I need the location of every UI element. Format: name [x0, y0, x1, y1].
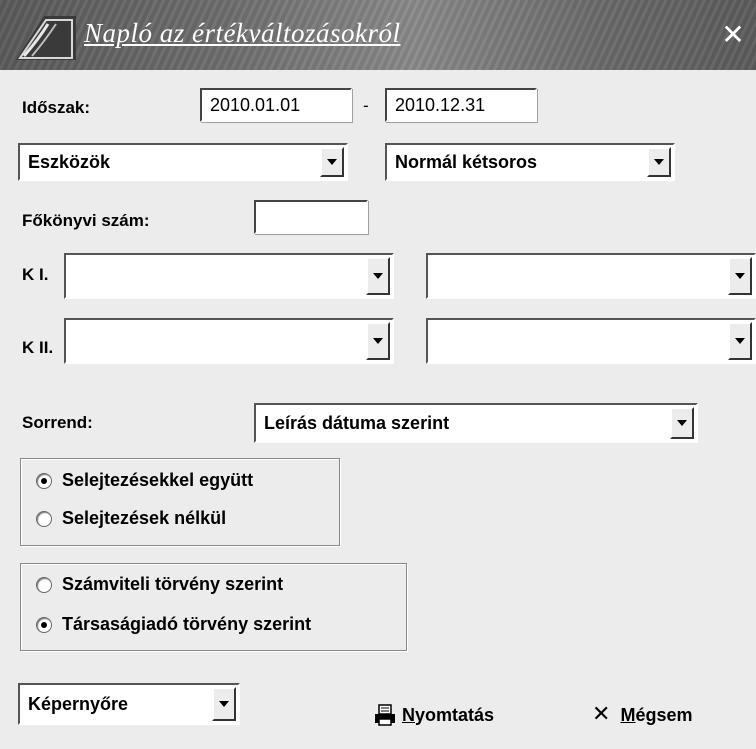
output-value: Képernyőre: [28, 693, 129, 714]
format-value: Normál kétsoros: [395, 151, 538, 172]
date-from-field[interactable]: 2010.01.01: [200, 88, 352, 122]
order-select[interactable]: Leírás dátuma szerint: [254, 403, 698, 443]
asset-type-value: Eszközök: [28, 151, 111, 172]
chevron-down-icon: [373, 338, 383, 344]
chevron-down-icon: [677, 420, 687, 426]
print-accel-letter: N: [402, 704, 415, 725]
ledger-label: Főkönyvi szám:: [22, 211, 150, 230]
output-select[interactable]: Képernyőre: [18, 683, 240, 725]
title-bar: Napló az értékváltozásokról ✕: [0, 0, 756, 70]
radio-accounting-law[interactable]: Számviteli törvény szerint: [36, 574, 283, 595]
print-label: yomtatás: [415, 704, 495, 725]
k1-label: K I.: [22, 265, 49, 284]
radio-label: Társaságiadó törvény szerint: [62, 614, 312, 634]
chevron-down-icon: [327, 159, 337, 165]
k2-label: K II.: [22, 338, 54, 357]
format-dropdown-button[interactable]: [647, 147, 671, 177]
period-label: Időszak:: [22, 98, 91, 117]
close-icon: ✕: [592, 702, 611, 727]
chevron-down-icon: [373, 273, 383, 279]
order-label: Sorrend:: [22, 413, 93, 432]
format-select[interactable]: Normál kétsoros: [385, 143, 675, 181]
k1-left-dropdown-button[interactable]: [366, 257, 390, 295]
asset-type-select[interactable]: Eszközök: [18, 143, 348, 181]
chevron-down-icon: [735, 338, 745, 344]
radio-without-disposals[interactable]: Selejtezések nélkül: [36, 508, 226, 529]
period-separator: -: [363, 96, 369, 115]
radio-label: Számviteli törvény szerint: [62, 574, 284, 594]
k2-left-dropdown-button[interactable]: [366, 322, 390, 360]
cancel-label: égsem: [635, 704, 693, 725]
order-value: Leírás dátuma szerint: [264, 412, 450, 433]
window-title: Napló az értékváltozásokról: [84, 18, 401, 48]
radio-corporate-tax-law[interactable]: Társaságiadó törvény szerint: [36, 614, 311, 635]
cancel-accel-letter: M: [620, 704, 636, 725]
k2-left-select[interactable]: [64, 318, 394, 364]
date-to-field[interactable]: 2010.12.31: [385, 88, 537, 122]
radio-checked-icon: [36, 472, 52, 489]
output-dropdown-button[interactable]: [212, 687, 236, 721]
k1-right-select[interactable]: [426, 253, 756, 299]
cancel-button[interactable]: ✕ Mégsem: [592, 704, 692, 726]
radio-label: Selejtezések nélkül: [62, 508, 227, 528]
chevron-down-icon: [735, 273, 745, 279]
book-logo-icon: [16, 16, 76, 60]
print-button[interactable]: Nyomtatás: [374, 704, 494, 726]
chevron-down-icon: [654, 159, 664, 165]
k1-right-dropdown-button[interactable]: [728, 257, 752, 295]
k2-right-dropdown-button[interactable]: [728, 322, 752, 360]
radio-checked-icon: [36, 616, 52, 633]
order-dropdown-button[interactable]: [670, 407, 694, 439]
close-icon[interactable]: ✕: [716, 18, 750, 52]
k2-right-select[interactable]: [426, 318, 756, 364]
radio-unchecked-icon: [36, 510, 52, 527]
radio-unchecked-icon: [36, 576, 52, 593]
k1-left-select[interactable]: [64, 253, 394, 299]
radio-with-disposals[interactable]: Selejtezésekkel együtt: [36, 470, 253, 491]
asset-type-dropdown-button[interactable]: [320, 147, 344, 177]
ledger-number-field[interactable]: [254, 200, 368, 234]
printer-icon: [375, 704, 395, 726]
radio-label: Selejtezésekkel együtt: [62, 470, 254, 490]
chevron-down-icon: [219, 701, 229, 707]
